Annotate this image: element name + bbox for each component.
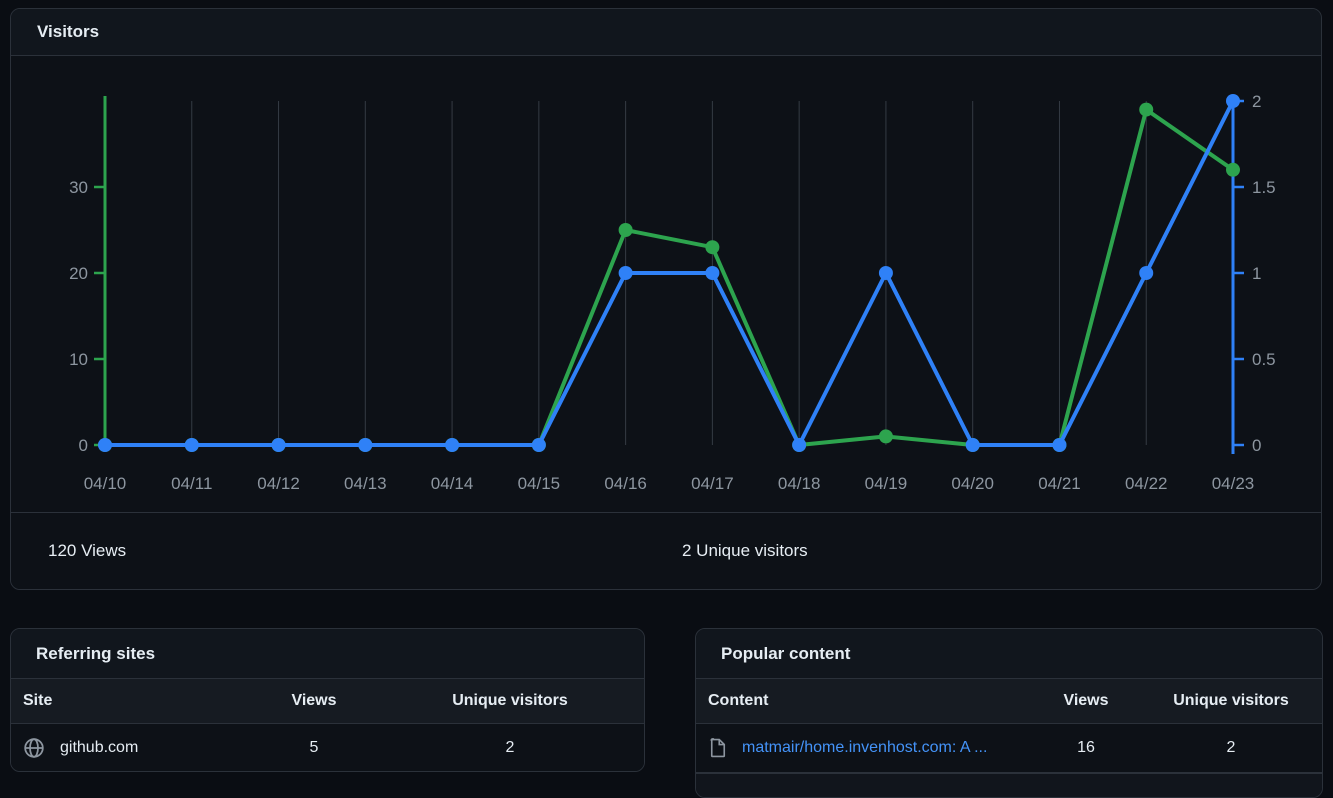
popular-content-title: Popular content [721,644,850,664]
column-header-views: Views [252,692,376,710]
referring-site-views: 5 [252,739,376,757]
next-table-row-clipped [696,772,1322,798]
svg-text:04/16: 04/16 [604,474,647,493]
popular-content-link[interactable]: matmair/home.invenhost.com: A ... [742,739,987,757]
svg-text:04/19: 04/19 [865,474,908,493]
svg-text:04/17: 04/17 [691,474,734,493]
svg-text:04/12: 04/12 [257,474,300,493]
svg-text:04/22: 04/22 [1125,474,1168,493]
visitors-card-header: Visitors [11,9,1321,56]
svg-text:04/21: 04/21 [1038,474,1081,493]
table-row: matmair/home.invenhost.com: A ... 16 2 [696,724,1322,772]
visitors-line-chart[interactable]: 0 10 20 30 0 0.5 1 1.5 2 04/10 04/11 04/12 04/13 04/1… [11,56,1321,511]
column-header-views: Views [1032,692,1140,710]
svg-text:1: 1 [1252,264,1261,283]
total-views-label: 120 Views [48,541,126,561]
globe-icon [23,737,45,759]
svg-text:0: 0 [79,436,88,455]
column-header-site: Site [11,692,252,710]
svg-text:10: 10 [69,350,88,369]
svg-text:04/14: 04/14 [431,474,474,493]
svg-text:2: 2 [1252,92,1261,111]
svg-text:04/15: 04/15 [518,474,561,493]
svg-text:30: 30 [69,178,88,197]
popular-content-views: 16 [1032,739,1140,757]
svg-text:04/23: 04/23 [1212,474,1255,493]
referring-sites-table-header: Site Views Unique visitors [11,679,644,724]
table-row: github.com 5 2 [11,724,644,772]
svg-text:04/20: 04/20 [951,474,994,493]
visitors-chart-area: 0 10 20 30 0 0.5 1 1.5 2 04/10 04/11 04/12 04/13 04/1… [11,56,1321,511]
svg-text:0: 0 [1252,436,1261,455]
svg-text:04/13: 04/13 [344,474,387,493]
visitors-card: Visitors 0 10 20 30 0 0.5 1 1.5 2 04/10 04/11 04/12… [10,8,1322,590]
svg-text:20: 20 [69,264,88,283]
column-header-content: Content [696,692,1032,710]
svg-text:0.5: 0.5 [1252,350,1276,369]
visitors-card-footer: 120 Views 2 Unique visitors [11,512,1321,589]
popular-content-unique: 2 [1140,739,1322,757]
popular-content-table-header: Content Views Unique visitors [696,679,1322,724]
svg-text:1.5: 1.5 [1252,178,1276,197]
visitors-title: Visitors [37,22,99,42]
svg-text:04/11: 04/11 [171,474,212,493]
file-icon [708,737,728,759]
popular-content-card: Popular content Content Views Unique vis… [695,628,1323,798]
svg-text:04/10: 04/10 [84,474,127,493]
referring-sites-title: Referring sites [36,644,155,664]
total-unique-visitors-label: 2 Unique visitors [682,541,808,561]
referring-site-name: github.com [60,739,138,757]
column-header-unique-visitors: Unique visitors [1140,692,1322,710]
svg-text:04/18: 04/18 [778,474,821,493]
referring-sites-header: Referring sites [11,629,644,679]
referring-sites-card: Referring sites Site Views Unique visito… [10,628,645,772]
popular-content-header: Popular content [696,629,1322,679]
column-header-unique-visitors: Unique visitors [376,692,644,710]
referring-site-unique: 2 [376,739,644,757]
